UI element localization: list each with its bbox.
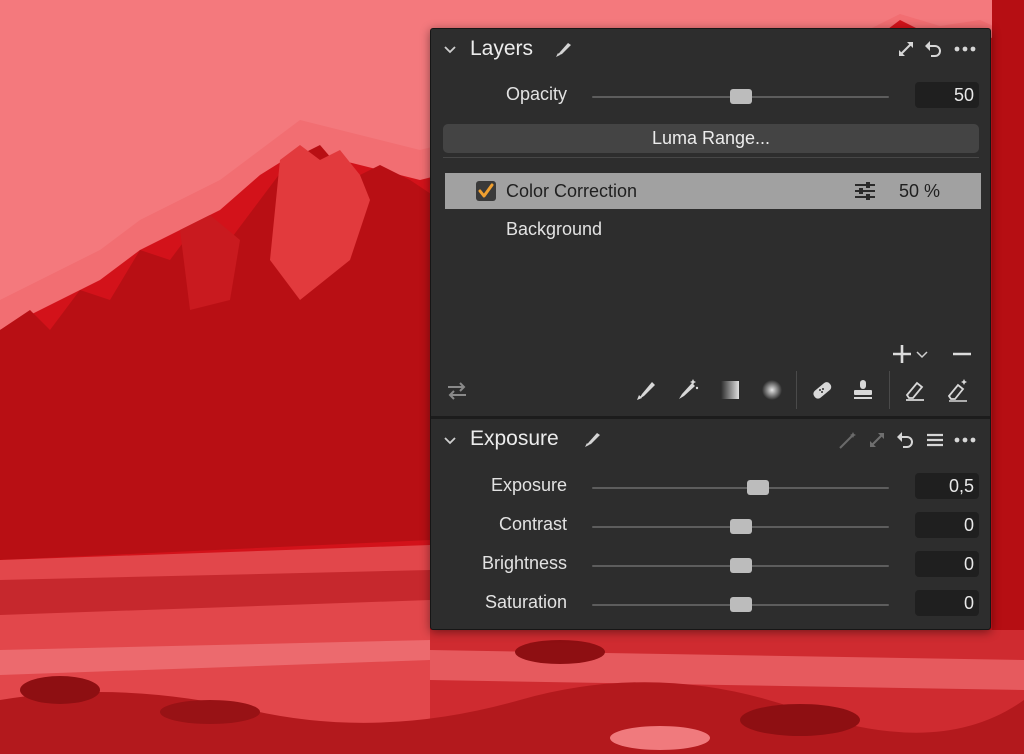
chevron-down-icon[interactable]: [443, 43, 457, 57]
tool-panel: Layers Opacity 50 Luma Range... Color Co…: [430, 28, 991, 630]
presets-list-icon[interactable]: [925, 430, 945, 450]
layer-visibility-checkbox[interactable]: [476, 181, 496, 201]
exposure-slider-track[interactable]: [592, 487, 889, 489]
opacity-slider-thumb[interactable]: [729, 89, 752, 104]
layer-row-background[interactable]: Background: [506, 219, 602, 240]
saturation-slider-thumb[interactable]: [729, 597, 752, 612]
magic-brush-icon[interactable]: [675, 378, 699, 402]
section-separator: [431, 416, 990, 419]
exposure-title: Exposure: [470, 427, 559, 450]
heal-bandage-icon[interactable]: [810, 378, 834, 402]
checkmark-icon: [478, 183, 494, 198]
toolbar-separator: [796, 371, 797, 409]
contrast-slider-thumb[interactable]: [729, 519, 752, 534]
layers-header: Layers: [431, 29, 990, 69]
brightness-value-field[interactable]: 0: [915, 551, 979, 577]
saturation-value-field[interactable]: 0: [915, 590, 979, 616]
radial-gradient-icon[interactable]: [760, 378, 784, 402]
chevron-down-icon[interactable]: [443, 434, 457, 448]
layer-adjustments-icon[interactable]: [853, 181, 877, 201]
slider-label: Brightness: [481, 553, 567, 573]
chevron-down-icon[interactable]: [916, 350, 928, 360]
remove-layer-icon[interactable]: [951, 343, 973, 365]
contrast-value-field[interactable]: 0: [915, 512, 979, 538]
brush-icon[interactable]: [554, 39, 574, 59]
magic-eraser-icon[interactable]: [946, 378, 970, 402]
layer-opacity: 50 %: [899, 181, 941, 201]
swap-arrows-icon[interactable]: [445, 379, 469, 403]
add-layer-icon[interactable]: [891, 343, 913, 365]
exposure-slider-thumb[interactable]: [747, 480, 770, 495]
opacity-label: Opacity: [505, 84, 567, 104]
eraser-icon[interactable]: [903, 378, 927, 402]
divider: [443, 157, 979, 158]
expand-icon[interactable]: [867, 430, 887, 450]
luma-range-button[interactable]: Luma Range...: [443, 124, 979, 153]
layer-row-color-correction[interactable]: Color Correction 50 %: [445, 173, 981, 209]
layer-name: Color Correction: [506, 181, 638, 201]
opacity-value-field[interactable]: 50: [915, 82, 979, 108]
linear-gradient-icon[interactable]: [718, 378, 742, 402]
slider-label: Exposure: [490, 475, 567, 495]
clone-stamp-icon[interactable]: [851, 378, 875, 402]
reset-icon[interactable]: [895, 430, 915, 450]
slider-label: Saturation: [484, 592, 567, 612]
layers-title: Layers: [470, 37, 534, 60]
exposure-header: Exposure: [431, 420, 990, 460]
exposure-value-field[interactable]: 0,5: [915, 473, 979, 499]
picker-wand-icon[interactable]: [837, 430, 857, 450]
toolbar-separator: [889, 371, 890, 409]
brush-icon[interactable]: [583, 429, 603, 449]
draw-mask-brush-icon[interactable]: [634, 378, 658, 402]
more-options-icon[interactable]: [953, 430, 977, 450]
reset-icon[interactable]: [923, 39, 943, 59]
brightness-slider-thumb[interactable]: [729, 558, 752, 573]
expand-icon[interactable]: [896, 39, 916, 59]
more-options-icon[interactable]: [953, 39, 977, 59]
slider-label: Contrast: [498, 514, 567, 534]
